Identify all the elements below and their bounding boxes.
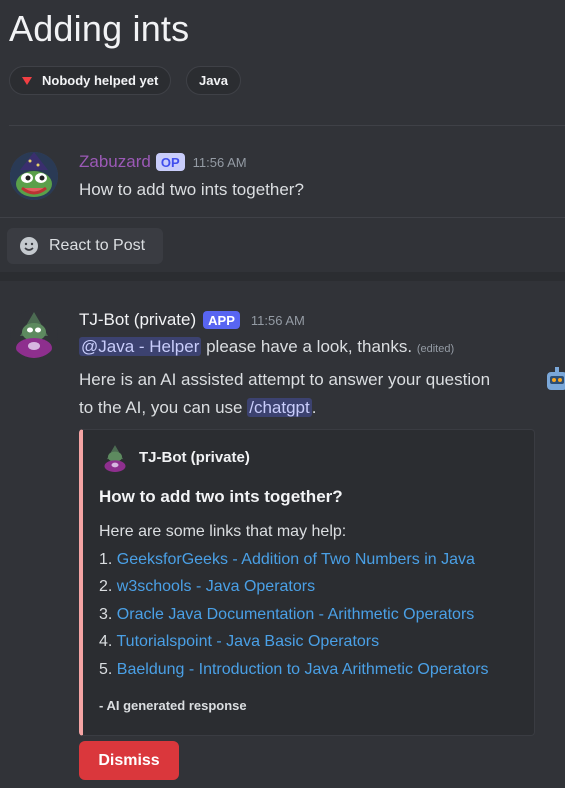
link-geeksforgeeks[interactable]: GeeksforGeeks - Addition of Two Numbers … xyxy=(117,551,475,568)
embed-card: TJ-Bot (private) How to add two ints tog… xyxy=(79,429,535,736)
thread-title: Adding ints xyxy=(9,8,190,49)
reply-text-1: please have a look, thanks. xyxy=(201,337,413,356)
list-item: 4. Tutorialspoint - Java Basic Operators xyxy=(99,633,379,651)
embed-author-avatar xyxy=(101,444,129,472)
robot-emoji-icon xyxy=(545,366,565,394)
list-item: 3. Oracle Java Documentation - Arithmeti… xyxy=(99,606,474,624)
list-number: 1. xyxy=(99,551,113,568)
chatgpt-command[interactable]: /chatgpt xyxy=(247,398,312,417)
op-badge: OP xyxy=(155,153,185,171)
divider xyxy=(0,217,565,218)
link-oracle[interactable]: Oracle Java Documentation - Arithmetic O… xyxy=(117,606,474,623)
red-triangle-icon xyxy=(22,76,32,85)
react-to-post-button[interactable]: React to Post xyxy=(7,228,163,264)
section-separator xyxy=(0,272,565,281)
avatar-tj-bot[interactable] xyxy=(10,310,58,358)
post-author[interactable]: Zabuzard xyxy=(79,152,151,172)
reply-line-1: @Java - Helper please have a look, thank… xyxy=(79,337,454,357)
list-number: 5. xyxy=(99,661,113,678)
smiley-icon xyxy=(20,237,38,255)
post-timestamp: 11:56 AM xyxy=(192,154,247,170)
react-label: React to Post xyxy=(49,237,146,254)
divider xyxy=(9,125,565,126)
tag-label: Nobody helped yet xyxy=(42,73,159,88)
list-number: 2. xyxy=(99,578,113,595)
list-item: 2. w3schools - Java Operators xyxy=(99,578,315,596)
list-item: 1. GeeksforGeeks - Addition of Two Numbe… xyxy=(99,551,475,569)
app-badge: APP xyxy=(203,311,240,329)
list-number: 4. xyxy=(99,633,113,650)
link-baeldung[interactable]: Baeldung - Introduction to Java Arithmet… xyxy=(117,661,489,678)
role-mention[interactable]: @Java - Helper xyxy=(79,337,202,356)
link-w3schools[interactable]: w3schools - Java Operators xyxy=(117,578,315,595)
link-tutorialspoint[interactable]: Tutorialspoint - Java Basic Operators xyxy=(117,633,380,650)
avatar-zabuzard[interactable] xyxy=(10,152,58,200)
reply-text-3: to the AI, you can use xyxy=(79,398,248,417)
reply-text-3-end: . xyxy=(311,398,317,417)
post-text: How to add two ints together? xyxy=(79,180,304,199)
dismiss-button[interactable]: Dismiss xyxy=(79,741,179,780)
tag-java[interactable]: Java xyxy=(186,66,241,95)
tag-label: Java xyxy=(199,73,228,88)
embed-intro: Here are some links that may help: xyxy=(99,523,347,540)
list-item: 5. Baeldung - Introduction to Java Arith… xyxy=(99,661,489,679)
tag-nobody-helped[interactable]: Nobody helped yet xyxy=(9,66,172,95)
embed-title: How to add two ints together? xyxy=(99,487,343,506)
reply-line-3: to the AI, you can use /chatgpt. xyxy=(79,398,316,418)
embed-author: TJ-Bot (private) xyxy=(139,449,250,466)
embed-footer: - AI generated response xyxy=(99,698,247,713)
list-number: 3. xyxy=(99,606,113,623)
reply-author[interactable]: TJ-Bot (private) xyxy=(79,310,196,330)
reply-timestamp: 11:56 AM xyxy=(250,312,305,328)
edited-label: (edited) xyxy=(416,343,455,355)
reply-line-2: Here is an AI assisted attempt to answer… xyxy=(79,370,491,389)
